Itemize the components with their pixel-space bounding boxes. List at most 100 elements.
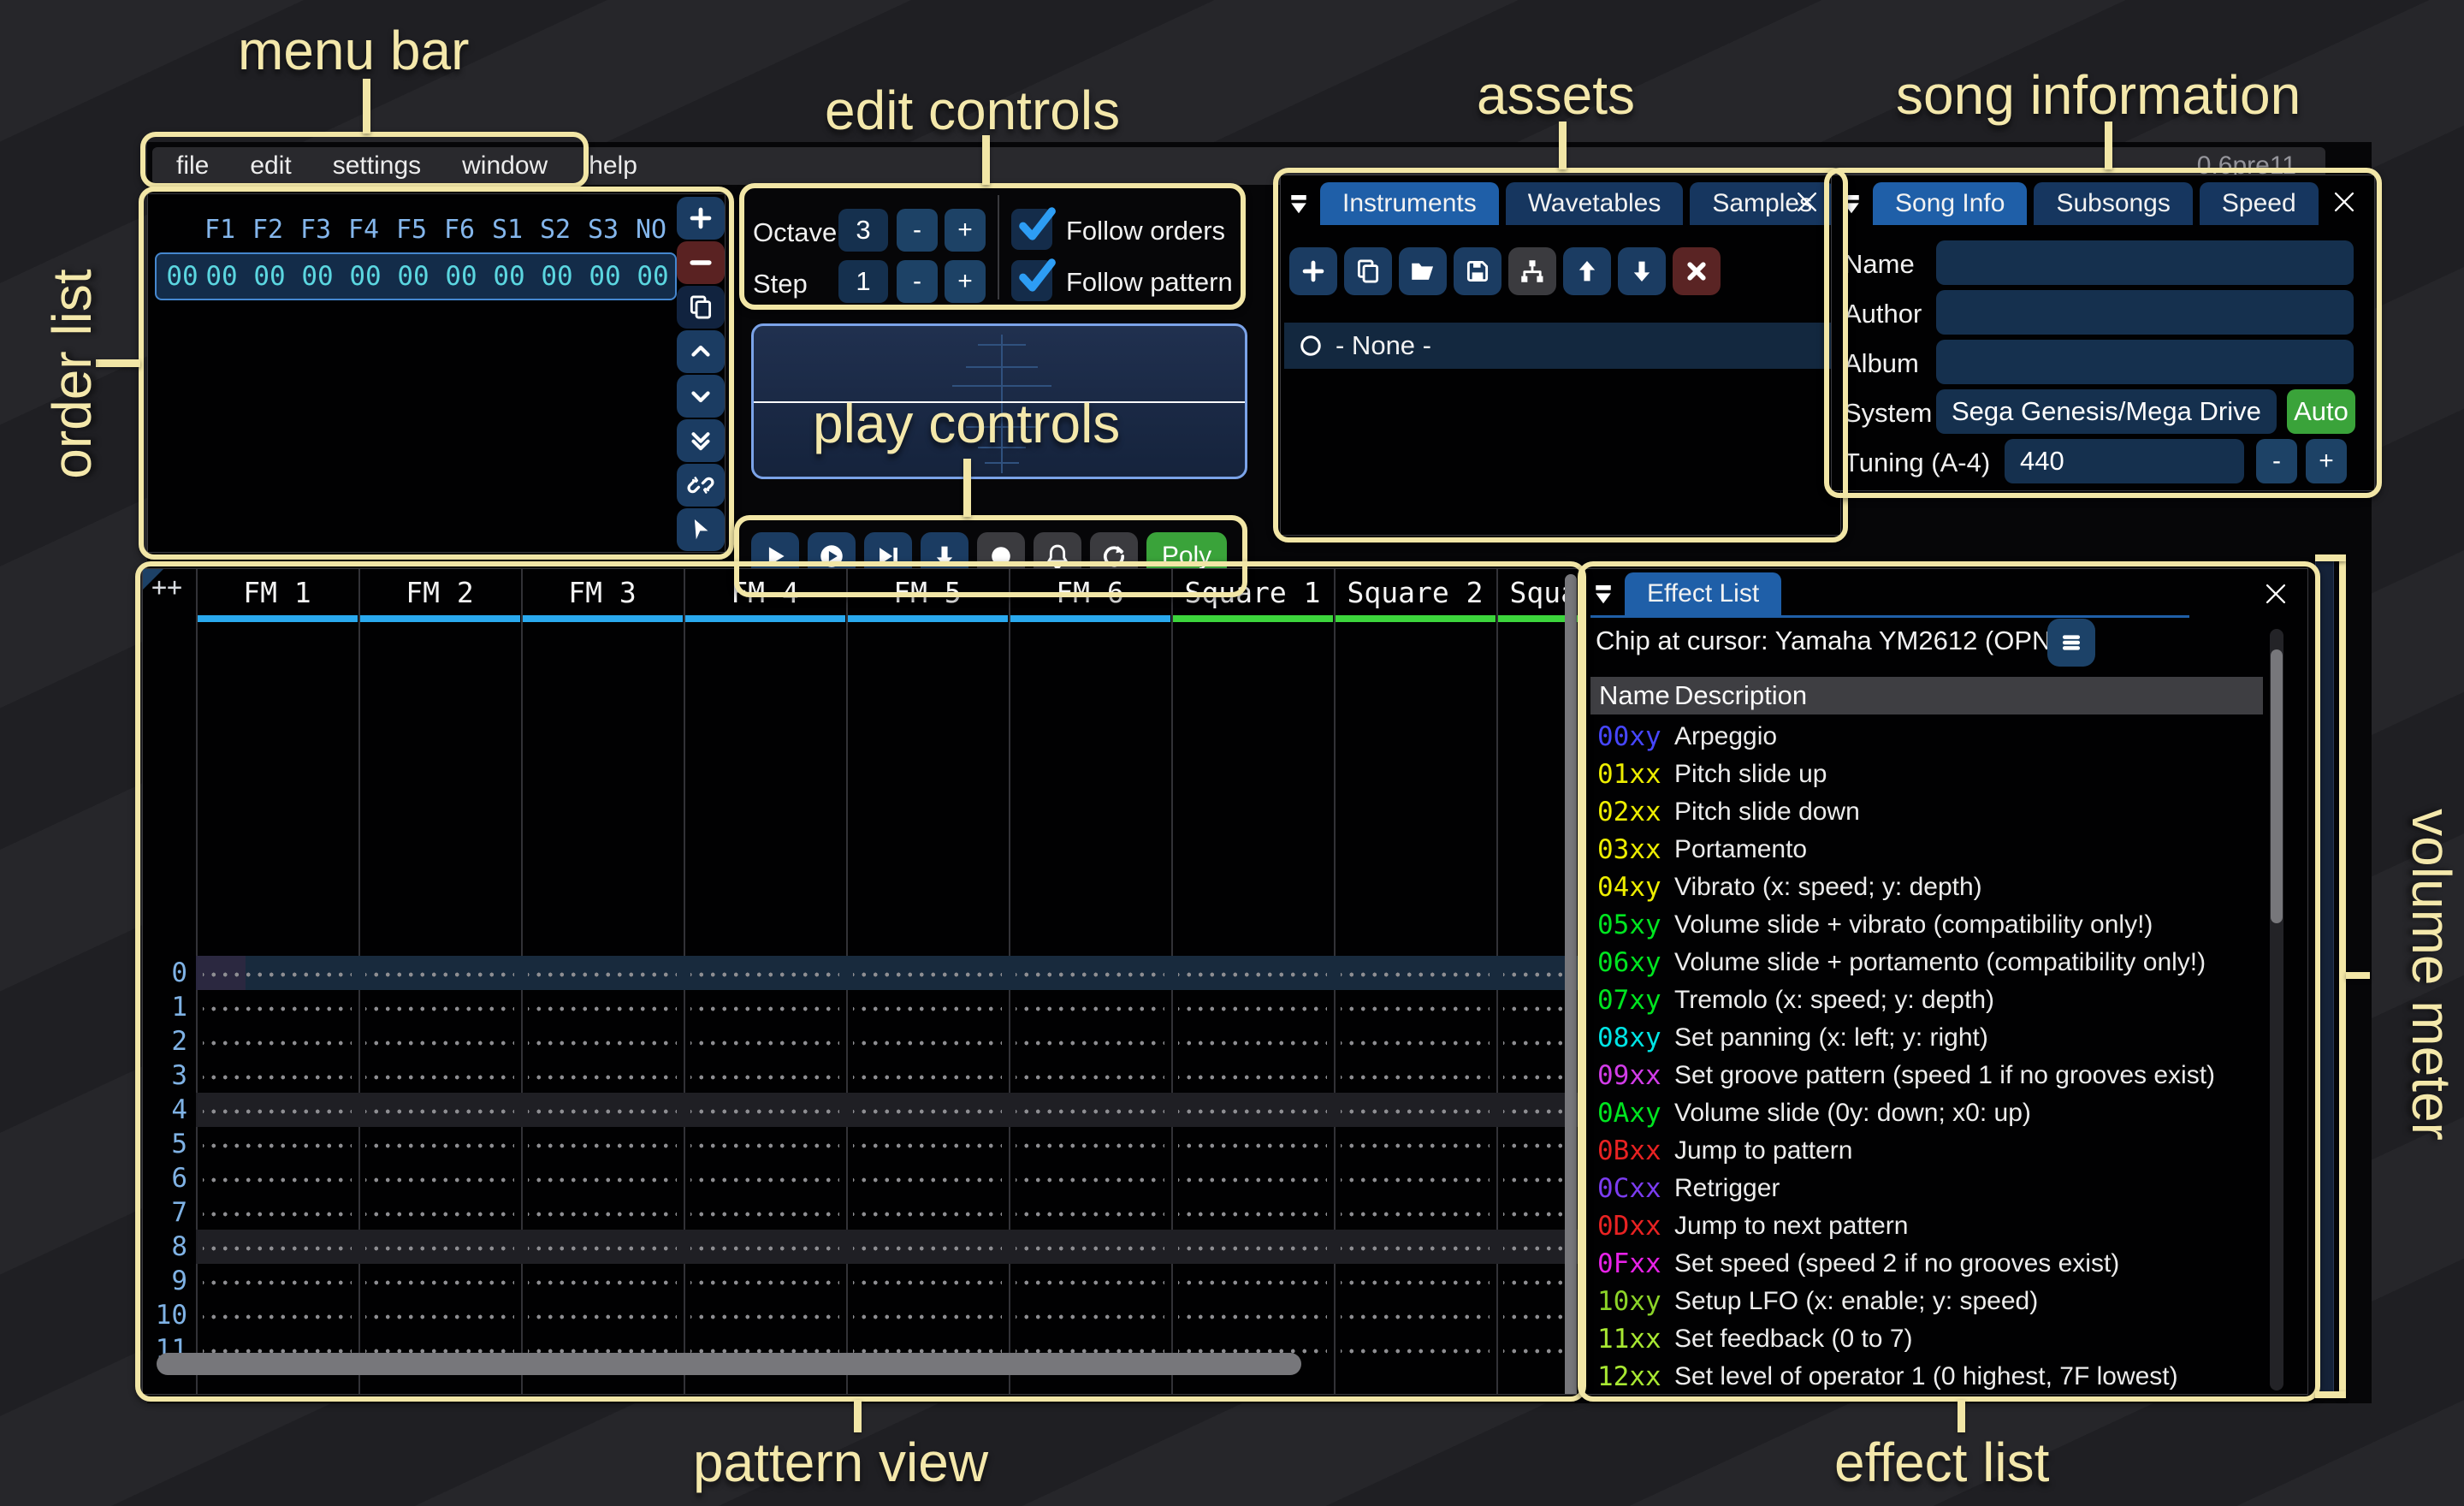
effect-row[interactable]: 0FxxSet speed (speed 2 if no grooves exi… — [1590, 1245, 2263, 1283]
pattern-cell[interactable] — [1341, 1127, 1490, 1161]
instrument-folders-button[interactable] — [1508, 247, 1556, 295]
effect-scrollbar-track[interactable] — [2270, 629, 2283, 1390]
pattern-cell[interactable] — [203, 1024, 352, 1058]
tuning-decrement-button[interactable]: - — [2256, 439, 2297, 483]
pattern-cell[interactable] — [853, 990, 1002, 1024]
pattern-cell[interactable] — [690, 990, 839, 1024]
channel-header-fm-4[interactable]: FM 4 — [684, 576, 846, 610]
menu-item-help[interactable]: help — [568, 151, 658, 181]
effect-row[interactable]: 02xxPitch slide down — [1590, 793, 2263, 831]
move-instrument-up-button[interactable] — [1563, 247, 1611, 295]
pattern-cell[interactable] — [203, 1058, 352, 1093]
channel-header-fm-2[interactable]: FM 2 — [358, 576, 521, 610]
close-icon[interactable] — [1792, 187, 1821, 216]
effect-row[interactable]: 0DxxJump to next pattern — [1590, 1207, 2263, 1245]
add-instrument-button[interactable] — [1289, 247, 1337, 295]
pattern-cell[interactable] — [203, 1161, 352, 1195]
pattern-cell[interactable] — [1016, 1195, 1164, 1230]
pattern-cell[interactable] — [1016, 1024, 1164, 1058]
tab-effect-list[interactable]: Effect List — [1625, 572, 1781, 615]
pattern-cell[interactable] — [1178, 956, 1327, 990]
octave-decrement-button[interactable]: - — [897, 209, 938, 252]
pattern-cell[interactable] — [1178, 1058, 1327, 1093]
pattern-cell[interactable] — [1016, 956, 1164, 990]
effect-row[interactable]: 0BxxJump to pattern — [1590, 1132, 2263, 1170]
channel-header-fm-6[interactable]: FM 6 — [1009, 576, 1171, 610]
channel-header-fm-3[interactable]: FM 3 — [521, 576, 684, 610]
pattern-cell[interactable] — [1178, 1093, 1327, 1127]
pattern-vertical-scrollbar[interactable] — [1565, 574, 1577, 1395]
effect-row[interactable]: 08xySet panning (x: left; y: right) — [1590, 1019, 2263, 1057]
tab-wavetables[interactable]: Wavetables — [1506, 182, 1684, 225]
pattern-horizontal-scrollbar[interactable] — [157, 1353, 1301, 1375]
pattern-cell[interactable] — [1341, 1093, 1490, 1127]
pattern-cell[interactable] — [528, 1195, 677, 1230]
pattern-cell[interactable] — [203, 1195, 352, 1230]
pattern-cell[interactable] — [365, 1093, 514, 1127]
effect-row[interactable]: 09xxSet groove pattern (speed 1 if no gr… — [1590, 1057, 2263, 1094]
pattern-cell[interactable] — [690, 1195, 839, 1230]
delete-instrument-button[interactable] — [1673, 247, 1721, 295]
pattern-cell[interactable] — [1341, 1024, 1490, 1058]
pattern-cell[interactable] — [690, 1264, 839, 1298]
pattern-cell[interactable] — [203, 990, 352, 1024]
pattern-cell[interactable] — [203, 956, 352, 990]
channel-header-square-2[interactable]: Square 2 — [1334, 576, 1496, 610]
pattern-cell[interactable] — [1016, 1161, 1164, 1195]
pattern-cell[interactable] — [690, 956, 839, 990]
move-order-down-button[interactable] — [677, 375, 725, 418]
pattern-cell[interactable] — [203, 1264, 352, 1298]
collapse-icon[interactable] — [1839, 191, 1864, 216]
order-cell[interactable]: 00 — [629, 261, 677, 292]
pattern-cell[interactable] — [1016, 1298, 1164, 1332]
close-icon[interactable] — [2261, 579, 2290, 608]
effect-row[interactable]: 00xyArpeggio — [1590, 718, 2263, 756]
pattern-cell[interactable] — [1178, 1230, 1327, 1264]
pattern-cell[interactable] — [1178, 1264, 1327, 1298]
pattern-cell[interactable] — [528, 1264, 677, 1298]
pattern-cell[interactable] — [528, 1127, 677, 1161]
pattern-cell[interactable] — [365, 956, 514, 990]
effect-row[interactable]: 07xyTremolo (x: speed; y: depth) — [1590, 981, 2263, 1019]
pattern-cell[interactable] — [690, 1230, 839, 1264]
order-change-mode-button[interactable] — [677, 508, 725, 551]
pattern-cell[interactable] — [853, 1264, 1002, 1298]
pattern-cell[interactable] — [853, 1058, 1002, 1093]
duplicate-order-button[interactable] — [677, 286, 725, 329]
pattern-cell[interactable] — [1341, 1298, 1490, 1332]
pattern-cell[interactable] — [1341, 1264, 1490, 1298]
system-field[interactable]: Sega Genesis/Mega Drive — [1936, 389, 2277, 434]
effect-row[interactable]: 0AxyVolume slide (0y: down; x0: up) — [1590, 1094, 2263, 1132]
auto-system-button[interactable]: Auto — [2287, 389, 2355, 434]
tab-instruments[interactable]: Instruments — [1320, 182, 1499, 225]
pattern-cell[interactable] — [365, 990, 514, 1024]
pattern-cell[interactable] — [690, 1298, 839, 1332]
pattern-cell[interactable] — [528, 956, 677, 990]
order-cell[interactable]: 00 — [389, 261, 437, 292]
pattern-cell[interactable] — [1178, 1195, 1327, 1230]
order-cell[interactable]: 00 — [341, 261, 389, 292]
pattern-cell[interactable] — [1341, 1195, 1490, 1230]
follow-pattern-checkbox[interactable] — [1011, 260, 1052, 301]
pattern-cell[interactable] — [1016, 990, 1164, 1024]
order-cell[interactable]: 00 — [581, 261, 629, 292]
order-cell[interactable]: 00 — [293, 261, 341, 292]
close-icon[interactable] — [2330, 187, 2359, 216]
save-instrument-button[interactable] — [1454, 247, 1502, 295]
pattern-cell[interactable] — [690, 1127, 839, 1161]
author-field[interactable] — [1936, 290, 2354, 335]
pattern-cell[interactable] — [528, 1058, 677, 1093]
pattern-cell[interactable] — [1016, 1264, 1164, 1298]
duplicate-instrument-button[interactable] — [1344, 247, 1392, 295]
pattern-cell[interactable] — [365, 1298, 514, 1332]
effect-row[interactable]: 0CxxRetrigger — [1590, 1170, 2263, 1207]
pattern-cell[interactable] — [365, 1195, 514, 1230]
step-decrement-button[interactable]: - — [897, 260, 938, 303]
pattern-cell[interactable] — [528, 1093, 677, 1127]
effect-row[interactable]: 11xxSet feedback (0 to 7) — [1590, 1320, 2263, 1358]
pattern-cell[interactable] — [1016, 1093, 1164, 1127]
menu-item-file[interactable]: file — [156, 151, 229, 181]
pattern-cell[interactable] — [1341, 990, 1490, 1024]
order-row[interactable]: 0000000000000000000000 — [155, 252, 677, 300]
pattern-cell[interactable] — [365, 1264, 514, 1298]
